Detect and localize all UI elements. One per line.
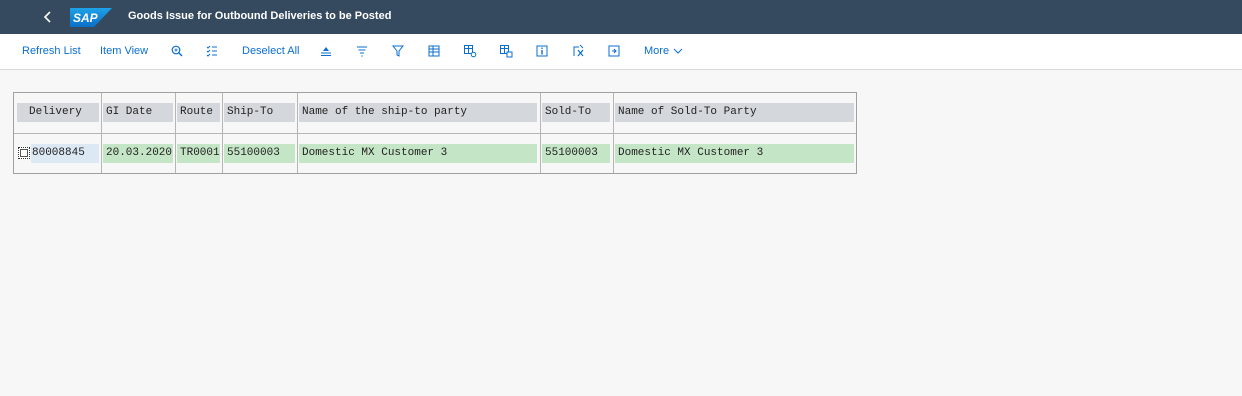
table-icon[interactable]: [427, 44, 441, 58]
item-view-button[interactable]: Item View: [100, 45, 148, 57]
more-button[interactable]: More: [644, 45, 683, 57]
row-divider: [14, 133, 856, 134]
more-label: More: [644, 45, 670, 57]
cell-delivery[interactable]: 80008845: [31, 144, 99, 163]
refresh-list-button[interactable]: Refresh List: [22, 45, 81, 57]
sort-descending-icon[interactable]: [355, 44, 369, 58]
cell-sold-to-name[interactable]: Domestic MX Customer 3: [615, 144, 854, 163]
print-icon[interactable]: [607, 44, 621, 58]
cell-ship-to-name[interactable]: Domestic MX Customer 3: [299, 144, 537, 163]
cell-sold-to[interactable]: 55100003: [542, 144, 610, 163]
sap-logo[interactable]: SAP: [70, 8, 112, 27]
zoom-in-icon[interactable]: [170, 44, 184, 58]
page-title: Goods Issue for Outbound Deliveries to b…: [128, 10, 392, 22]
row-select-checkbox[interactable]: [18, 147, 30, 159]
deselect-all-button[interactable]: Deselect All: [242, 45, 299, 57]
table-layout-icon[interactable]: [499, 44, 513, 58]
cell-route[interactable]: TR0001: [177, 144, 220, 163]
shell-bar: SAP Goods Issue for Outbound Deliveries …: [0, 0, 1242, 34]
column-header-sold-to-name[interactable]: Name of Sold-To Party: [615, 103, 854, 122]
sort-ascending-icon[interactable]: [319, 44, 333, 58]
svg-text:SAP: SAP: [73, 11, 99, 25]
column-header-sold-to[interactable]: Sold-To: [542, 103, 610, 122]
checklist-icon[interactable]: [205, 44, 219, 58]
column-header-delivery[interactable]: Delivery: [17, 103, 99, 122]
column-header-gi-date[interactable]: GI Date: [103, 103, 173, 122]
chevron-down-icon: [673, 48, 683, 54]
deliveries-table: Delivery GI Date Route Ship-To Name of t…: [13, 92, 857, 174]
toolbar: Refresh List Item View Deselect All More: [0, 34, 1242, 70]
export-icon[interactable]: [571, 44, 585, 58]
column-header-route[interactable]: Route: [177, 103, 220, 122]
cell-gi-date[interactable]: 20.03.2020: [103, 144, 173, 163]
column-header-ship-to-name[interactable]: Name of the ship-to party: [299, 103, 537, 122]
column-header-ship-to[interactable]: Ship-To: [224, 103, 295, 122]
info-icon[interactable]: [535, 44, 549, 58]
cell-ship-to[interactable]: 55100003: [224, 144, 295, 163]
table-settings-icon[interactable]: [463, 44, 477, 58]
filter-icon[interactable]: [391, 44, 405, 58]
chevron-left-icon[interactable]: [38, 7, 58, 27]
